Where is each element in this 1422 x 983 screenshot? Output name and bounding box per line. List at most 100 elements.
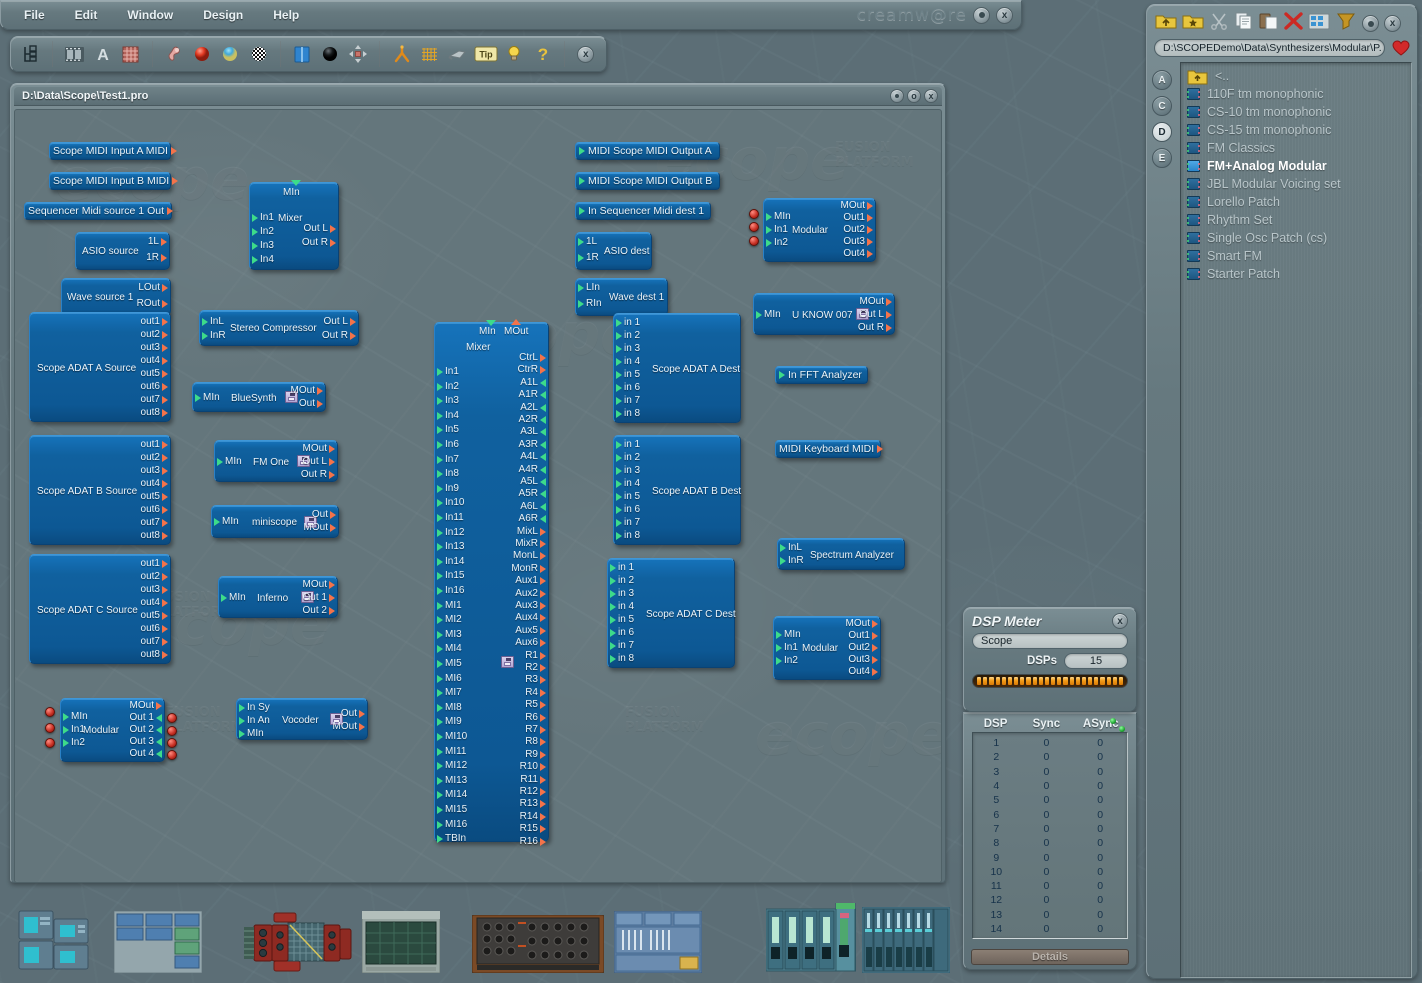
cut-icon[interactable]: [1209, 12, 1229, 35]
folder-new-icon[interactable]: [1182, 12, 1204, 35]
input-port-icon[interactable]: [437, 660, 443, 668]
module-scope-midi-input-a[interactable]: Scope MIDI Input A MIDI: [49, 142, 177, 160]
input-port-icon[interactable]: [437, 470, 443, 479]
output-port-icon[interactable]: [540, 664, 546, 672]
output-port-icon[interactable]: [172, 177, 179, 185]
connector-knob[interactable]: [167, 750, 177, 760]
menu-item-file[interactable]: File: [15, 5, 54, 25]
output-port-icon[interactable]: [540, 403, 546, 412]
module-vocoder[interactable]: In Sy In An MIn Vocoder Out MOut: [236, 698, 368, 740]
output-port-icon[interactable]: [540, 837, 546, 846]
project-minimize-button[interactable]: [890, 89, 904, 103]
module-stereo-compressor[interactable]: Stereo Compressor InL InR Out L Out R: [199, 310, 359, 346]
input-port-icon[interactable]: [756, 311, 762, 319]
input-port-icon[interactable]: [202, 332, 208, 340]
dsp-table-grid[interactable]: 1 0 0 2 0 0 3 0 0 4 0 0 5 0 0 6 0 0 7 0 0 8 0 0 9 0 0 10 0 0 11 0 0 12 0 0 1…: [972, 732, 1128, 939]
output-port-icon[interactable]: [162, 396, 168, 404]
input-port-icon[interactable]: [437, 718, 443, 727]
export-icon[interactable]: [1335, 12, 1357, 35]
table-row[interactable]: 1 0 0: [973, 736, 1127, 750]
input-port-icon[interactable]: [239, 730, 245, 738]
input-port-icon[interactable]: [610, 642, 616, 650]
input-port-icon[interactable]: [217, 458, 223, 466]
devices-thumbnail[interactable]: [18, 907, 92, 973]
output-port-icon[interactable]: [540, 577, 546, 586]
port-row[interactable]: In14: [437, 556, 464, 567]
port-row[interactable]: In13: [437, 542, 464, 552]
output-port-icon[interactable]: [162, 409, 168, 417]
table-row[interactable]: 7 0 0: [973, 822, 1127, 836]
module-small-mixer[interactable]: MIn Mixer In1 In2 In3 In4 Out L Out R: [249, 180, 339, 270]
output-port-icon[interactable]: [540, 589, 546, 598]
module-modular-right[interactable]: Modular MIn In1 In2 MOut Out1 Out2 Out3 …: [773, 616, 881, 680]
port-row[interactable]: In16: [437, 586, 464, 596]
list-item[interactable]: CS-10 tm monophonic: [1187, 103, 1411, 121]
output-port-icon[interactable]: [867, 250, 873, 258]
output-port-icon[interactable]: [156, 726, 162, 734]
port-row[interactable]: R11: [520, 774, 546, 785]
module-scope-adat-b-dest[interactable]: Scope ADAT B Dest in 1 in 2 in 3 in 4 in…: [613, 435, 741, 545]
port-row[interactable]: MI2: [437, 615, 462, 625]
output-port-icon[interactable]: [329, 581, 335, 589]
output-port-icon[interactable]: [330, 511, 336, 519]
module-scope-adat-a-dest[interactable]: Scope ADAT A Dest in 1 in 2 in 3 in 4 in…: [613, 313, 741, 423]
input-port-icon[interactable]: [202, 318, 208, 326]
module-asio-source[interactable]: ASIO source 1L 1R: [75, 232, 170, 270]
output-port-icon[interactable]: [317, 400, 323, 408]
input-port-icon[interactable]: [437, 382, 443, 391]
port-row[interactable]: MI12: [437, 761, 467, 771]
output-port-icon[interactable]: [162, 638, 168, 646]
output-port-icon[interactable]: [330, 524, 336, 532]
input-port-icon[interactable]: [610, 629, 616, 637]
input-port-icon[interactable]: [616, 319, 622, 327]
save-icon[interactable]: [501, 656, 514, 668]
output-port-icon[interactable]: [162, 357, 168, 365]
output-port-icon[interactable]: [162, 493, 168, 501]
module-u-know-007[interactable]: MIn U KNOW 007 MOut Out L Out R: [753, 293, 895, 335]
input-port-icon[interactable]: [437, 368, 443, 376]
input-port-icon[interactable]: [616, 480, 622, 488]
list-item[interactable]: 110F tm monophonic: [1187, 85, 1411, 103]
input-port-icon[interactable]: [437, 411, 443, 420]
port-row[interactable]: In8: [437, 469, 459, 479]
drive-button-d[interactable]: D: [1152, 122, 1172, 142]
port-row[interactable]: R16: [520, 836, 546, 847]
input-port-icon[interactable]: [437, 776, 443, 785]
output-port-icon[interactable]: [540, 552, 546, 561]
input-port-icon[interactable]: [252, 214, 258, 222]
module-modular-left[interactable]: Modular MIn In1 In2 MOut Out 1 Out 2 Out…: [60, 698, 165, 762]
heart-icon[interactable]: [1392, 40, 1410, 56]
output-port-icon[interactable]: [872, 668, 878, 676]
input-port-icon[interactable]: [616, 493, 622, 501]
port-row[interactable]: A6L: [520, 501, 546, 512]
list-item[interactable]: Smart FM: [1187, 247, 1411, 265]
output-port-icon[interactable]: [162, 318, 168, 326]
close-button[interactable]: x: [996, 6, 1013, 24]
input-port-icon[interactable]: [437, 557, 443, 566]
input-port-icon[interactable]: [616, 454, 622, 462]
routing-window-thumbnail[interactable]: [113, 910, 203, 974]
output-port-icon[interactable]: [540, 602, 546, 610]
book-icon[interactable]: [288, 40, 316, 68]
output-port-icon[interactable]: [540, 775, 546, 784]
port-row[interactable]: In5: [437, 425, 459, 435]
port-row[interactable]: MI4: [437, 644, 462, 654]
table-row[interactable]: 4 0 0: [973, 779, 1127, 793]
grid-icon[interactable]: [416, 40, 444, 68]
port-row[interactable]: R9: [525, 749, 546, 760]
input-port-icon[interactable]: [437, 601, 443, 610]
output-port-icon[interactable]: [540, 440, 546, 449]
input-port-icon[interactable]: [610, 655, 616, 663]
port-row[interactable]: MonR: [511, 563, 546, 574]
output-port-icon[interactable]: [540, 639, 546, 648]
drive-button-a[interactable]: A: [1152, 70, 1172, 90]
port-row[interactable]: MixR: [515, 539, 546, 549]
input-port-icon[interactable]: [578, 238, 584, 246]
output-port-icon[interactable]: [162, 625, 168, 633]
output-port-icon[interactable]: [872, 656, 878, 664]
output-port-icon[interactable]: [359, 723, 365, 731]
port-row[interactable]: R4: [525, 687, 546, 698]
port-row[interactable]: MI1: [437, 600, 462, 611]
output-port-icon[interactable]: [162, 651, 168, 659]
port-row[interactable]: MI10: [437, 732, 467, 742]
